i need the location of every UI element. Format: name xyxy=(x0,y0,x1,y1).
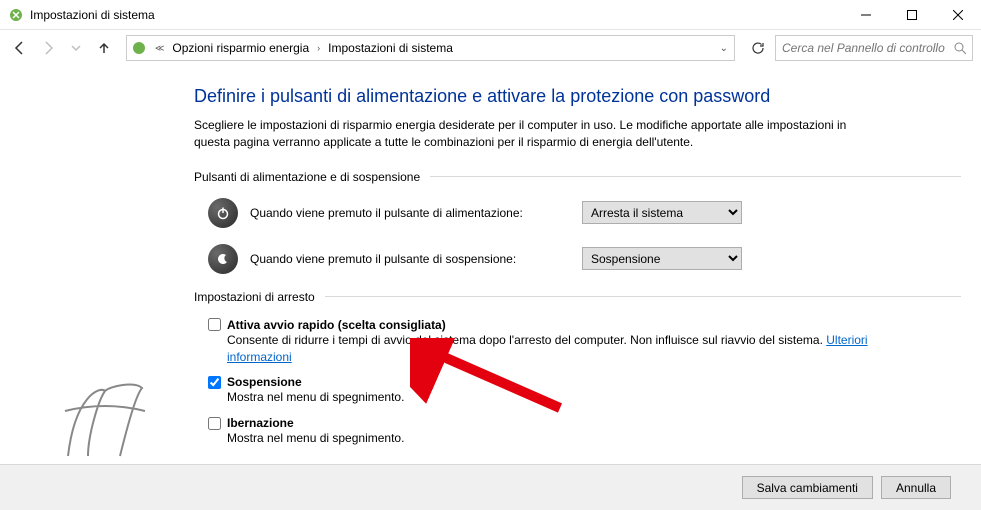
control-panel-icon xyxy=(131,40,147,56)
save-button[interactable]: Salva cambiamenti xyxy=(742,476,873,499)
sleep-button-select[interactable]: Sospensione xyxy=(582,247,742,270)
power-button-label: Quando viene premuto il pulsante di alim… xyxy=(250,206,570,220)
breadcrumb-item-system[interactable]: Impostazioni di sistema xyxy=(328,41,453,55)
chevron-right-icon: ≪ xyxy=(151,43,168,54)
footer: Salva cambiamenti Annulla xyxy=(0,464,981,510)
fast-startup-label: Attiva avvio rapido (scelta consigliata) xyxy=(227,318,446,332)
search-input[interactable] xyxy=(775,35,973,61)
close-button[interactable] xyxy=(935,0,981,30)
power-icon xyxy=(208,198,238,228)
group-power-buttons: Pulsanti di alimentazione e di sospensio… xyxy=(194,170,961,184)
hibernate-checkbox[interactable] xyxy=(208,417,221,430)
suspend-desc: Mostra nel menu di spegnimento. xyxy=(227,389,888,406)
suspend-checkbox[interactable] xyxy=(208,376,221,389)
suspend-item: Sospensione Mostra nel menu di spegnimen… xyxy=(208,375,888,406)
maximize-button[interactable] xyxy=(889,0,935,30)
navbar: ≪ Opzioni risparmio energia › Impostazio… xyxy=(0,30,981,66)
fast-startup-desc: Consente di ridurre i tempi di avvio del… xyxy=(227,332,888,366)
hibernate-label: Ibernazione xyxy=(227,416,294,430)
refresh-button[interactable] xyxy=(745,35,771,61)
titlebar: Impostazioni di sistema xyxy=(0,0,981,30)
content-scroll[interactable]: Definire i pulsanti di alimentazione e a… xyxy=(0,66,981,464)
fast-startup-checkbox[interactable] xyxy=(208,318,221,331)
group-shutdown: Impostazioni di arresto xyxy=(194,290,961,304)
hibernate-item: Ibernazione Mostra nel menu di spegnimen… xyxy=(208,416,888,447)
minimize-button[interactable] xyxy=(843,0,889,30)
power-button-row: Quando viene premuto il pulsante di alim… xyxy=(208,198,961,228)
forward-button[interactable] xyxy=(36,36,60,60)
fast-startup-item: Attiva avvio rapido (scelta consigliata)… xyxy=(208,318,888,366)
sleep-button-label: Quando viene premuto il pulsante di sosp… xyxy=(250,252,570,266)
chevron-right-icon: › xyxy=(313,43,324,53)
recent-locations-button[interactable] xyxy=(64,36,88,60)
power-button-select[interactable]: Arresta il sistema xyxy=(582,201,742,224)
up-button[interactable] xyxy=(92,36,116,60)
page-intro: Scegliere le impostazioni di risparmio e… xyxy=(194,117,874,152)
sleep-button-row: Quando viene premuto il pulsante di sosp… xyxy=(208,244,961,274)
hibernate-desc: Mostra nel menu di spegnimento. xyxy=(227,430,888,447)
back-button[interactable] xyxy=(8,36,32,60)
app-icon xyxy=(8,7,24,23)
window-title: Impostazioni di sistema xyxy=(30,8,155,22)
suspend-label: Sospensione xyxy=(227,375,302,389)
group-label: Impostazioni di arresto xyxy=(194,290,315,304)
sleep-icon xyxy=(208,244,238,274)
breadcrumb[interactable]: ≪ Opzioni risparmio energia › Impostazio… xyxy=(126,35,735,61)
breadcrumb-dropdown-icon[interactable]: ⌄ xyxy=(720,43,728,54)
search-field[interactable] xyxy=(782,41,953,55)
breadcrumb-item-power[interactable]: Opzioni risparmio energia xyxy=(172,41,309,55)
search-icon xyxy=(953,41,966,55)
group-label: Pulsanti di alimentazione e di sospensio… xyxy=(194,170,420,184)
page-title: Definire i pulsanti di alimentazione e a… xyxy=(194,86,961,107)
cancel-button[interactable]: Annulla xyxy=(881,476,951,499)
